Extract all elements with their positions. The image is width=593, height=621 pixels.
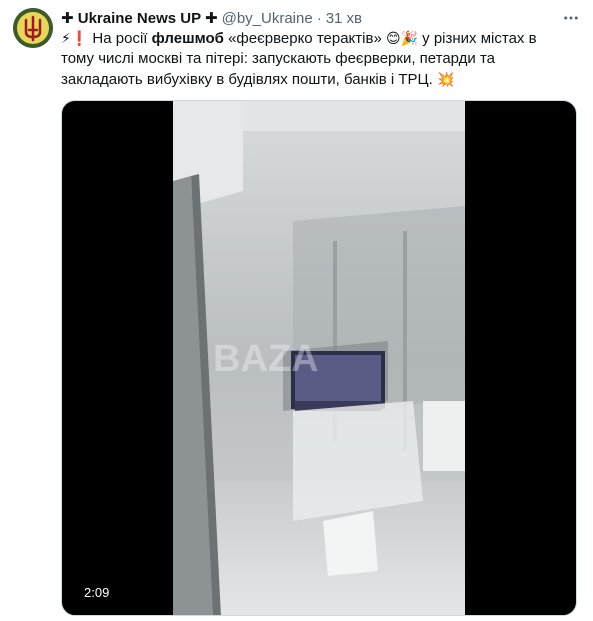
- tweet-header: ✚ Ukraine News UP ✚ @by_Ukraine · 31 хв: [61, 8, 362, 28]
- tweet-text-part1: На росії: [88, 30, 152, 47]
- author-handle[interactable]: @by_Ukraine: [222, 10, 313, 27]
- video-frame: BAZA: [173, 101, 465, 615]
- timestamp[interactable]: 31 хв: [326, 10, 362, 27]
- video-duration: 2:09: [84, 585, 110, 600]
- smile-party-emoji: 😊🎉: [385, 30, 418, 46]
- trident-icon: [13, 8, 53, 48]
- tweet[interactable]: ✚ Ukraine News UP ✚ @by_Ukraine · 31 хв …: [0, 0, 593, 621]
- tweet-text-bold: флешмоб: [151, 30, 224, 47]
- video-thumbnail: BAZA: [173, 101, 465, 615]
- tweet-text-part2: «феєрверко терактів»: [223, 30, 386, 47]
- avatar[interactable]: [13, 8, 53, 48]
- video-player[interactable]: BAZA 2:09: [61, 100, 577, 616]
- lightning-exclamation-emoji: ⚡❗: [61, 30, 89, 46]
- author-display-name[interactable]: ✚ Ukraine News UP ✚: [61, 9, 218, 27]
- separator-dot: ·: [316, 9, 322, 27]
- more-horizontal-icon[interactable]: [561, 8, 581, 28]
- explosion-emoji: 💥: [436, 71, 455, 87]
- watermark-text: BAZA: [213, 338, 319, 380]
- tweet-text: ⚡❗ На росії флешмоб «феєрверко терактів»…: [61, 28, 573, 90]
